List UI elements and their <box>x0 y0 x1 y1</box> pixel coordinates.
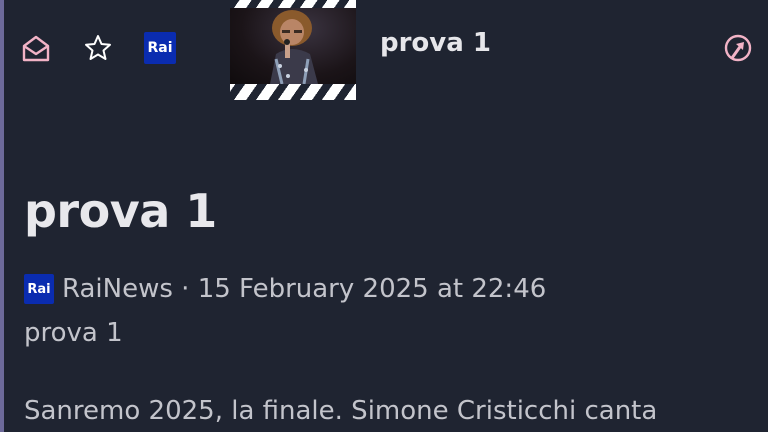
rai-feed-button[interactable]: Rai <box>142 30 178 66</box>
header-title: prova 1 <box>380 28 491 58</box>
rai-logo: Rai <box>144 32 176 64</box>
clapper-stripe-top <box>230 0 356 8</box>
clapper-stripe-bottom <box>230 84 356 100</box>
thumbnail-photo <box>230 4 356 85</box>
publish-date: 15 February 2025 at 22:46 <box>197 274 547 304</box>
meta-separator: · <box>172 274 198 304</box>
article-body: Sanremo 2025, la finale. Simone Cristicc… <box>24 396 658 426</box>
article-summary: prova 1 <box>24 318 123 348</box>
app-window: Rai prova 1 prova 1 Rai RaiNews · 15 Feb… <box>0 0 768 432</box>
article-meta: Rai RaiNews · 15 February 2025 at 22:46 <box>24 274 546 304</box>
source-name[interactable]: RaiNews <box>62 274 173 304</box>
source-logo: Rai <box>24 274 54 304</box>
star-icon[interactable] <box>80 30 116 66</box>
article-title: prova 1 <box>24 184 217 238</box>
envelope-open-icon[interactable] <box>18 30 54 66</box>
share-pin-icon[interactable] <box>720 30 756 66</box>
article-thumbnail[interactable] <box>230 0 356 100</box>
